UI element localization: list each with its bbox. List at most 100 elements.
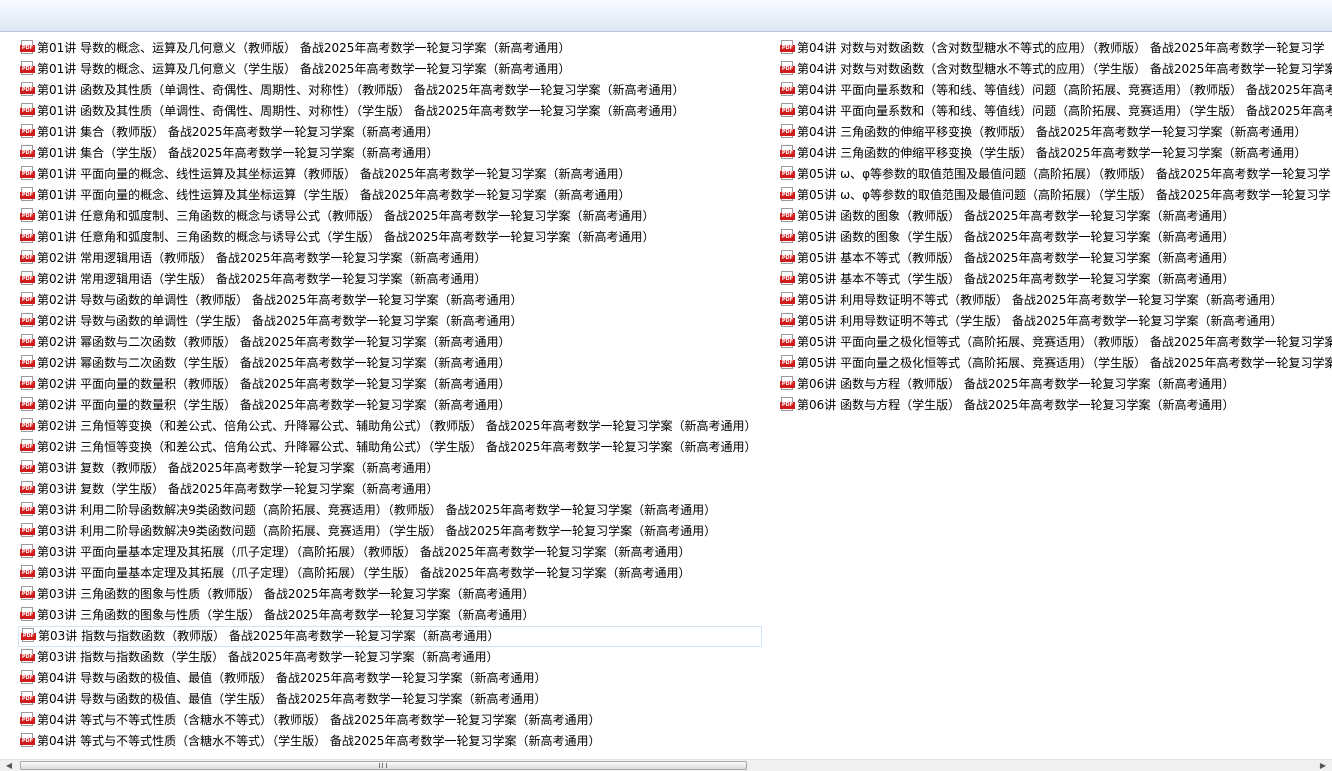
file-item[interactable]: PDF 第04讲 导数与函数的极值、最值（学生版） 备战2025年高考数学一轮复习… bbox=[18, 689, 762, 710]
file-item[interactable]: PDF 第05讲 函数的图象（学生版） 备战2025年高考数学一轮复习学案（新高考… bbox=[778, 227, 1332, 248]
file-item[interactable]: PDF 第05讲 平面向量之极化恒等式（高阶拓展、竞赛适用）（学生版） 备战202… bbox=[778, 353, 1332, 374]
horizontal-scrollbar[interactable]: ◀ ▶ bbox=[0, 759, 1332, 771]
file-item[interactable]: PDF 第03讲 三角函数的图象与性质（学生版） 备战2025年高考数学一轮复习学… bbox=[18, 605, 762, 626]
file-name: 第05讲 基本不等式（学生版） 备战2025年高考数学一轮复习学案（新高考通用） bbox=[797, 272, 1235, 286]
scrollbar-thumb[interactable] bbox=[20, 761, 747, 770]
file-item[interactable]: PDF 第05讲 ω、φ等参数的取值范围及最值问题（高阶拓展）（教师版） 备战20… bbox=[778, 164, 1332, 185]
file-name: 第01讲 任意角和弧度制、三角函数的概念与诱导公式（教师版） 备战2025年高考… bbox=[37, 209, 655, 223]
pdf-file-icon: PDF bbox=[20, 523, 35, 538]
file-item[interactable]: PDF 第02讲 平面向量的数量积（教师版） 备战2025年高考数学一轮复习学案（… bbox=[18, 374, 762, 395]
file-name: 第01讲 任意角和弧度制、三角函数的概念与诱导公式（学生版） 备战2025年高考… bbox=[37, 230, 655, 244]
pdf-file-icon: PDF bbox=[20, 607, 35, 622]
pdf-file-icon: PDF bbox=[780, 376, 795, 391]
file-name: 第01讲 函数及其性质（单调性、奇偶性、周期性、对称性）（学生版） 备战2025… bbox=[37, 104, 685, 118]
file-item[interactable]: PDF 第03讲 复数（教师版） 备战2025年高考数学一轮复习学案（新高考通用） bbox=[18, 458, 762, 479]
file-item[interactable]: PDF 第04讲 对数与对数函数（含对数型糖水不等式的应用）（学生版） 备战202… bbox=[778, 59, 1332, 80]
file-item[interactable]: PDF 第05讲 利用导数证明不等式（学生版） 备战2025年高考数学一轮复习学案… bbox=[778, 311, 1332, 332]
file-item[interactable]: PDF 第04讲 平面向量系数和（等和线、等值线）问题（高阶拓展、竞赛适用）（学生… bbox=[778, 101, 1332, 122]
file-name: 第04讲 对数与对数函数（含对数型糖水不等式的应用）（教师版） 备战2025年高… bbox=[797, 41, 1325, 55]
pdf-file-icon: PDF bbox=[20, 586, 35, 601]
file-item[interactable]: PDF 第02讲 常用逻辑用语（学生版） 备战2025年高考数学一轮复习学案（新高… bbox=[18, 269, 762, 290]
pdf-file-icon: PDF bbox=[20, 166, 35, 181]
file-name: 第03讲 利用二阶导函数解决9类函数问题（高阶拓展、竞赛适用）（学生版） 备战2… bbox=[37, 524, 717, 538]
file-name: 第04讲 导数与函数的极值、最值（学生版） 备战2025年高考数学一轮复习学案（… bbox=[37, 692, 547, 706]
file-item[interactable]: PDF 第03讲 三角函数的图象与性质（教师版） 备战2025年高考数学一轮复习学… bbox=[18, 584, 762, 605]
file-name: 第01讲 函数及其性质（单调性、奇偶性、周期性、对称性）（教师版） 备战2025… bbox=[37, 83, 685, 97]
chevron-right-icon[interactable]: ▶ bbox=[1316, 760, 1330, 771]
file-name: 第06讲 函数与方程（教师版） 备战2025年高考数学一轮复习学案（新高考通用） bbox=[797, 377, 1235, 391]
file-name: 第04讲 对数与对数函数（含对数型糖水不等式的应用）（学生版） 备战2025年高… bbox=[797, 62, 1332, 76]
pdf-file-icon: PDF bbox=[780, 313, 795, 328]
pdf-file-icon: PDF bbox=[780, 187, 795, 202]
file-item[interactable]: PDF 第01讲 函数及其性质（单调性、奇偶性、周期性、对称性）（学生版） 备战2… bbox=[18, 101, 762, 122]
file-item[interactable]: PDF 第05讲 基本不等式（学生版） 备战2025年高考数学一轮复习学案（新高考… bbox=[778, 269, 1332, 290]
file-item[interactable]: PDF 第02讲 导数与函数的单调性（学生版） 备战2025年高考数学一轮复习学案… bbox=[18, 311, 762, 332]
file-item[interactable]: PDF 第05讲 利用导数证明不等式（教师版） 备战2025年高考数学一轮复习学案… bbox=[778, 290, 1332, 311]
file-name: 第02讲 平面向量的数量积（教师版） 备战2025年高考数学一轮复习学案（新高考… bbox=[37, 377, 511, 391]
file-item[interactable]: PDF 第01讲 平面向量的概念、线性运算及其坐标运算（学生版） 备战2025年高… bbox=[18, 185, 762, 206]
pdf-file-icon: PDF bbox=[20, 418, 35, 433]
file-item[interactable]: PDF 第02讲 幂函数与二次函数（教师版） 备战2025年高考数学一轮复习学案（… bbox=[18, 332, 762, 353]
file-name: 第01讲 平面向量的概念、线性运算及其坐标运算（学生版） 备战2025年高考数学… bbox=[37, 188, 631, 202]
file-item[interactable]: PDF 第02讲 导数与函数的单调性（教师版） 备战2025年高考数学一轮复习学案… bbox=[18, 290, 762, 311]
file-item[interactable]: PDF 第05讲 函数的图象（教师版） 备战2025年高考数学一轮复习学案（新高考… bbox=[778, 206, 1332, 227]
file-item[interactable]: PDF 第01讲 集合（学生版） 备战2025年高考数学一轮复习学案（新高考通用） bbox=[18, 143, 762, 164]
pdf-file-icon: PDF bbox=[780, 145, 795, 160]
file-item[interactable]: PDF 第02讲 幂函数与二次函数（学生版） 备战2025年高考数学一轮复习学案（… bbox=[18, 353, 762, 374]
pdf-file-icon: PDF bbox=[20, 103, 35, 118]
file-item[interactable]: PDF 第03讲 平面向量基本定理及其拓展（爪子定理）（高阶拓展）（学生版） 备战… bbox=[18, 563, 762, 584]
pdf-file-icon: PDF bbox=[20, 691, 35, 706]
file-name: 第03讲 平面向量基本定理及其拓展（爪子定理）（高阶拓展）（学生版） 备战202… bbox=[37, 566, 691, 580]
file-name: 第05讲 函数的图象（教师版） 备战2025年高考数学一轮复习学案（新高考通用） bbox=[797, 209, 1235, 223]
file-item[interactable]: PDF 第04讲 等式与不等式性质（含糖水不等式）（教师版） 备战2025年高考数… bbox=[18, 710, 762, 731]
file-item[interactable]: PDF 第01讲 任意角和弧度制、三角函数的概念与诱导公式（教师版） 备战2025… bbox=[18, 206, 762, 227]
file-item[interactable]: PDF 第03讲 指数与指数函数（教师版） 备战2025年高考数学一轮复习学案（新… bbox=[18, 626, 763, 647]
file-item[interactable]: PDF 第05讲 平面向量之极化恒等式（高阶拓展、竞赛适用）（教师版） 备战202… bbox=[778, 332, 1332, 353]
pdf-file-icon: PDF bbox=[20, 145, 35, 160]
pdf-file-icon: PDF bbox=[20, 187, 35, 202]
file-item[interactable]: PDF 第06讲 函数与方程（教师版） 备战2025年高考数学一轮复习学案（新高考… bbox=[778, 374, 1332, 395]
file-item[interactable]: PDF 第04讲 平面向量系数和（等和线、等值线）问题（高阶拓展、竞赛适用）（教师… bbox=[778, 80, 1332, 101]
file-item[interactable]: PDF 第02讲 三角恒等变换（和差公式、倍角公式、升降幂公式、辅助角公式）（教师… bbox=[18, 416, 762, 437]
file-item[interactable]: PDF 第01讲 导数的概念、运算及几何意义（学生版） 备战2025年高考数学一轮… bbox=[18, 59, 762, 80]
file-item[interactable]: PDF 第03讲 平面向量基本定理及其拓展（爪子定理）（高阶拓展）（教师版） 备战… bbox=[18, 542, 762, 563]
pdf-file-icon: PDF bbox=[780, 271, 795, 286]
file-name: 第05讲 利用导数证明不等式（教师版） 备战2025年高考数学一轮复习学案（新高… bbox=[797, 293, 1283, 307]
file-list-view[interactable]: PDF 第01讲 导数的概念、运算及几何意义（教师版） 备战2025年高考数学一轮… bbox=[0, 32, 1332, 759]
file-item[interactable]: PDF 第05讲 ω、φ等参数的取值范围及最值问题（高阶拓展）（学生版） 备战20… bbox=[778, 185, 1332, 206]
file-item[interactable]: PDF 第03讲 复数（学生版） 备战2025年高考数学一轮复习学案（新高考通用） bbox=[18, 479, 762, 500]
file-item[interactable]: PDF 第01讲 任意角和弧度制、三角函数的概念与诱导公式（学生版） 备战2025… bbox=[18, 227, 762, 248]
file-item[interactable]: PDF 第01讲 导数的概念、运算及几何意义（教师版） 备战2025年高考数学一轮… bbox=[18, 38, 762, 59]
file-item[interactable]: PDF 第04讲 导数与函数的极值、最值（教师版） 备战2025年高考数学一轮复习… bbox=[18, 668, 762, 689]
pdf-file-icon: PDF bbox=[20, 334, 35, 349]
file-name: 第05讲 ω、φ等参数的取值范围及最值问题（高阶拓展）（学生版） 备战2025年… bbox=[797, 188, 1331, 202]
chevron-left-icon[interactable]: ◀ bbox=[2, 760, 16, 771]
file-item[interactable]: PDF 第03讲 指数与指数函数（学生版） 备战2025年高考数学一轮复习学案（新… bbox=[18, 647, 762, 668]
file-item[interactable]: PDF 第02讲 平面向量的数量积（学生版） 备战2025年高考数学一轮复习学案（… bbox=[18, 395, 762, 416]
file-item[interactable]: PDF 第03讲 利用二阶导函数解决9类函数问题（高阶拓展、竞赛适用）（学生版） … bbox=[18, 521, 762, 542]
file-name: 第04讲 等式与不等式性质（含糖水不等式）（学生版） 备战2025年高考数学一轮… bbox=[37, 734, 601, 748]
file-item[interactable]: PDF 第06讲 函数与方程（学生版） 备战2025年高考数学一轮复习学案（新高考… bbox=[778, 395, 1332, 416]
file-item[interactable]: PDF 第04讲 三角函数的伸缩平移变换（教师版） 备战2025年高考数学一轮复习… bbox=[778, 122, 1332, 143]
file-item[interactable]: PDF 第05讲 基本不等式（教师版） 备战2025年高考数学一轮复习学案（新高考… bbox=[778, 248, 1332, 269]
pdf-file-icon: PDF bbox=[20, 208, 35, 223]
file-item[interactable]: PDF 第02讲 常用逻辑用语（教师版） 备战2025年高考数学一轮复习学案（新高… bbox=[18, 248, 762, 269]
pdf-file-icon: PDF bbox=[20, 649, 35, 664]
file-name: 第05讲 ω、φ等参数的取值范围及最值问题（高阶拓展）（教师版） 备战2025年… bbox=[797, 167, 1331, 181]
file-name: 第02讲 常用逻辑用语（教师版） 备战2025年高考数学一轮复习学案（新高考通用… bbox=[37, 251, 487, 265]
file-item[interactable]: PDF 第04讲 对数与对数函数（含对数型糖水不等式的应用）（教师版） 备战202… bbox=[778, 38, 1332, 59]
file-item[interactable]: PDF 第01讲 集合（教师版） 备战2025年高考数学一轮复习学案（新高考通用） bbox=[18, 122, 762, 143]
file-item[interactable]: PDF 第02讲 三角恒等变换（和差公式、倍角公式、升降幂公式、辅助角公式）（学生… bbox=[18, 437, 762, 458]
file-item[interactable]: PDF 第03讲 利用二阶导函数解决9类函数问题（高阶拓展、竞赛适用）（教师版） … bbox=[18, 500, 762, 521]
pdf-file-icon: PDF bbox=[20, 670, 35, 685]
file-list-column-1: PDF 第01讲 导数的概念、运算及几何意义（教师版） 备战2025年高考数学一轮… bbox=[18, 38, 763, 752]
file-item[interactable]: PDF 第04讲 三角函数的伸缩平移变换（学生版） 备战2025年高考数学一轮复习… bbox=[778, 143, 1332, 164]
pdf-file-icon: PDF bbox=[780, 40, 795, 55]
file-item[interactable]: PDF 第04讲 等式与不等式性质（含糖水不等式）（学生版） 备战2025年高考数… bbox=[18, 731, 762, 752]
file-item[interactable]: PDF 第01讲 函数及其性质（单调性、奇偶性、周期性、对称性）（教师版） 备战2… bbox=[18, 80, 762, 101]
file-name: 第02讲 幂函数与二次函数（教师版） 备战2025年高考数学一轮复习学案（新高考… bbox=[37, 335, 511, 349]
pdf-file-icon: PDF bbox=[20, 565, 35, 580]
pdf-file-icon: PDF bbox=[780, 82, 795, 97]
file-item[interactable]: PDF 第01讲 平面向量的概念、线性运算及其坐标运算（教师版） 备战2025年高… bbox=[18, 164, 762, 185]
pdf-file-icon: PDF bbox=[780, 397, 795, 412]
